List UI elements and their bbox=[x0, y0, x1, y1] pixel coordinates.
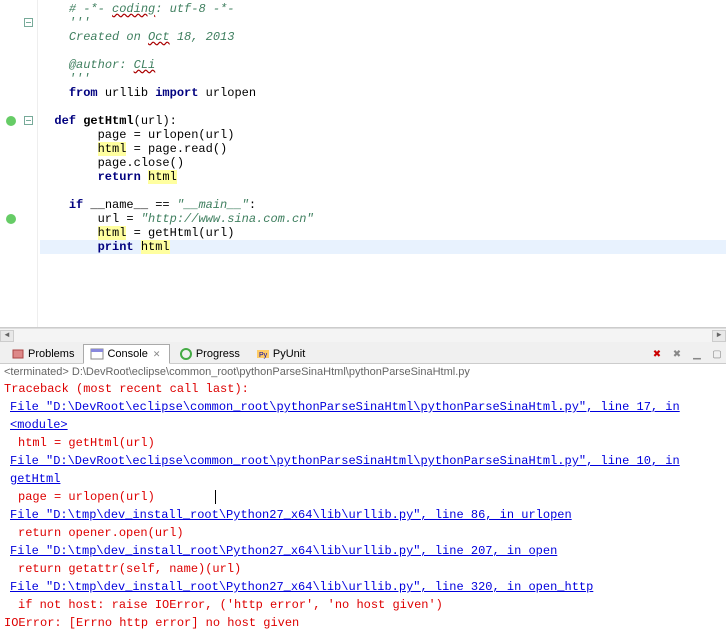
traceback-code-line: return opener.open(url) bbox=[18, 524, 722, 542]
text-cursor-icon bbox=[215, 490, 223, 504]
code-line[interactable]: page = urlopen(url) bbox=[40, 128, 726, 142]
tab-label: PyUnit bbox=[273, 348, 305, 360]
traceback-code-line: html = getHtml(url) bbox=[18, 434, 722, 452]
console-terminated-label: <terminated> D:\DevRoot\eclipse\common_r… bbox=[0, 364, 726, 378]
editor-scrollbar-horizontal[interactable]: ◄ ► bbox=[0, 328, 726, 342]
console-output[interactable]: Traceback (most recent call last):File "… bbox=[0, 378, 726, 630]
code-line[interactable] bbox=[40, 184, 726, 198]
code-line[interactable]: url = "http://www.sina.com.cn" bbox=[40, 212, 726, 226]
traceback-code-line: return getattr(self, name)(url) bbox=[18, 560, 722, 578]
code-line[interactable]: ''' bbox=[40, 72, 726, 86]
traceback-code-line: page = urlopen(url) bbox=[18, 488, 722, 506]
code-line[interactable]: def getHtml(url): bbox=[40, 114, 726, 128]
fold-minus-icon[interactable] bbox=[24, 116, 33, 125]
progress-icon bbox=[179, 347, 193, 361]
scroll-right-icon[interactable]: ► bbox=[712, 330, 726, 342]
console-remove-all-icon[interactable]: ✖ bbox=[669, 347, 685, 363]
maximize-icon[interactable]: ▢ bbox=[709, 347, 725, 363]
code-line[interactable]: # -*- coding: utf-8 -*- bbox=[40, 2, 726, 16]
minimize-icon[interactable]: ▁ bbox=[689, 347, 705, 363]
tab-progress[interactable]: Progress bbox=[172, 344, 247, 363]
code-line[interactable] bbox=[40, 44, 726, 58]
code-line[interactable]: Created on Oct 18, 2013 bbox=[40, 30, 726, 44]
console-remove-launch-icon[interactable]: ✖ bbox=[649, 347, 665, 363]
traceback-file-link[interactable]: File "D:\tmp\dev_install_root\Python27_x… bbox=[10, 506, 722, 524]
traceback-header: Traceback (most recent call last): bbox=[4, 380, 722, 398]
traceback-code-line: if not host: raise IOError, ('http error… bbox=[18, 596, 722, 614]
code-line[interactable]: ''' bbox=[40, 16, 726, 30]
tab-console[interactable]: Console ✕ bbox=[83, 344, 169, 364]
code-line[interactable]: from urllib import urlopen bbox=[40, 86, 726, 100]
code-line[interactable]: print html bbox=[40, 240, 726, 254]
editor-gutter bbox=[0, 0, 38, 327]
console-icon bbox=[90, 347, 104, 361]
execution-marker-icon bbox=[6, 116, 16, 126]
code-line[interactable]: @author: CLi bbox=[40, 58, 726, 72]
execution-marker-icon bbox=[6, 214, 16, 224]
code-editor[interactable]: # -*- coding: utf-8 -*- ''' Created on O… bbox=[38, 0, 726, 327]
code-line[interactable]: html = page.read() bbox=[40, 142, 726, 156]
svg-text:Py: Py bbox=[259, 352, 268, 359]
traceback-file-link[interactable]: File "D:\tmp\dev_install_root\Python27_x… bbox=[10, 578, 722, 596]
scroll-left-icon[interactable]: ◄ bbox=[0, 330, 14, 342]
views-tabs: Problems Console ✕ Progress Py PyUnit ✖ ✖ ▁ ▢ bbox=[0, 342, 726, 364]
close-icon[interactable]: ✕ bbox=[153, 349, 163, 359]
fold-minus-icon[interactable] bbox=[24, 18, 33, 27]
code-line[interactable]: return html bbox=[40, 170, 726, 184]
code-line[interactable]: if __name__ == "__main__": bbox=[40, 198, 726, 212]
tab-problems[interactable]: Problems bbox=[4, 344, 81, 363]
code-line[interactable]: html = getHtml(url) bbox=[40, 226, 726, 240]
traceback-file-link[interactable]: File "D:\DevRoot\eclipse\common_root\pyt… bbox=[10, 452, 722, 488]
code-line[interactable]: page.close() bbox=[40, 156, 726, 170]
tab-pyunit[interactable]: Py PyUnit bbox=[249, 344, 312, 363]
traceback-file-link[interactable]: File "D:\tmp\dev_install_root\Python27_x… bbox=[10, 542, 722, 560]
pyunit-icon: Py bbox=[256, 347, 270, 361]
traceback-file-link[interactable]: File "D:\DevRoot\eclipse\common_root\pyt… bbox=[10, 398, 722, 434]
bottom-panel: Problems Console ✕ Progress Py PyUnit ✖ ✖ ▁ ▢… bbox=[0, 342, 726, 630]
tab-label: Progress bbox=[196, 348, 240, 360]
tab-label: Problems bbox=[28, 348, 74, 360]
problems-icon bbox=[11, 347, 25, 361]
code-line[interactable] bbox=[40, 100, 726, 114]
editor-area: # -*- coding: utf-8 -*- ''' Created on O… bbox=[0, 0, 726, 328]
traceback-error: IOError: [Errno http error] no host give… bbox=[4, 614, 722, 630]
tab-label: Console bbox=[107, 348, 147, 360]
